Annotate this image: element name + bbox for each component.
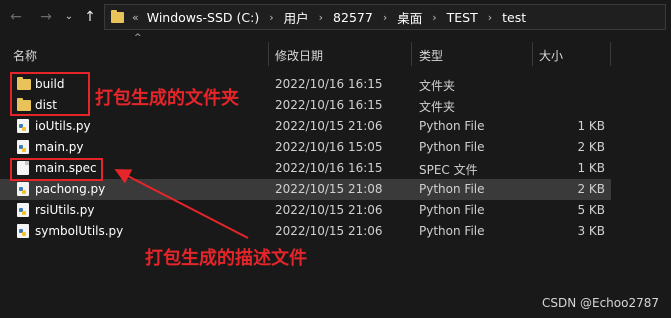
- spec-annotation: 打包生成的描述文件: [145, 248, 307, 269]
- annotation-arrow: [114, 169, 249, 239]
- watermark: CSDN @Echoo2787: [541, 296, 659, 310]
- arrow-icon: [114, 169, 249, 239]
